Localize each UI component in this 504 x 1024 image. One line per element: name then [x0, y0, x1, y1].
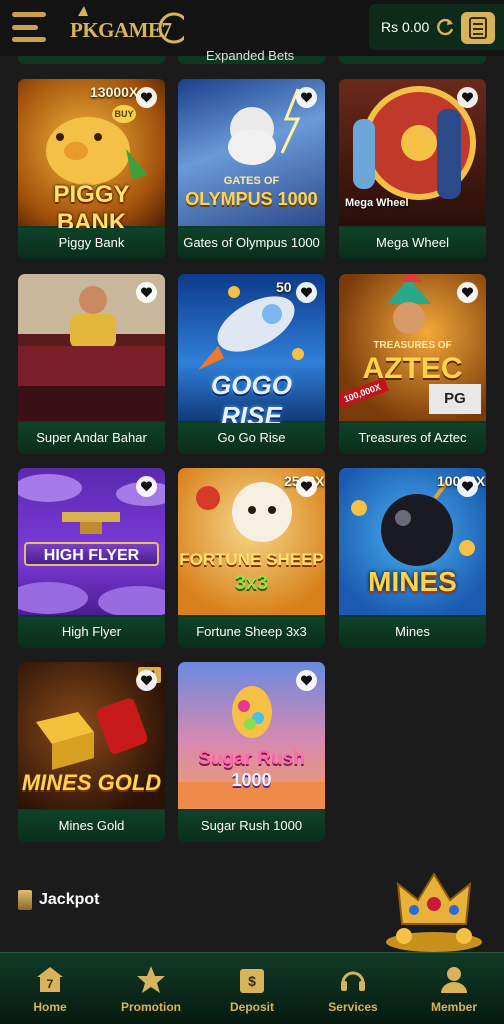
game-art-subtitle: 3x3 [234, 572, 269, 594]
nav-label: Home [33, 1000, 67, 1014]
card-strip [339, 56, 486, 64]
svg-text:7: 7 [47, 977, 54, 991]
heart-icon[interactable] [296, 476, 317, 497]
wallet-icon[interactable] [461, 12, 495, 44]
game-name: Sugar Rush 1000 [178, 811, 325, 842]
game-art-title: MINES GOLD [21, 770, 162, 795]
game-card[interactable]: 2500X FORTUNE SHEEP 3x3 Fortune Sheep 3x… [178, 468, 325, 648]
nav-home[interactable]: 7 Home [0, 953, 100, 1024]
nav-member[interactable]: Member [404, 953, 504, 1024]
game-name: Super Andar Bahar [18, 423, 165, 454]
game-name: Piggy Bank [18, 228, 165, 259]
game-card[interactable]: 10000X MINES Mines [339, 468, 486, 648]
heart-icon[interactable] [136, 476, 157, 497]
heart-icon[interactable] [136, 87, 157, 108]
multiplier-label: 50 [276, 279, 292, 295]
game-name: Mines [339, 617, 486, 648]
nav-deposit[interactable]: $ Deposit [202, 953, 302, 1024]
game-art-subtitle: TREASURES OF [373, 340, 452, 351]
game-name: Go Go Rise [178, 423, 325, 454]
refresh-icon[interactable] [435, 17, 455, 37]
heart-icon[interactable] [457, 476, 478, 497]
bottom-navigation: 7 Home Promotion $ Deposit Services Memb… [0, 952, 504, 1024]
nav-services[interactable]: Services [303, 953, 403, 1024]
game-card[interactable]: GATES OF OLYMPUS 1000 Gates of Olympus 1… [178, 79, 325, 259]
game-art-title: HIGH FLYER [24, 542, 159, 566]
card-strip [18, 56, 165, 64]
game-art-title: FORTUNE SHEEP [179, 550, 324, 569]
game-art-title: Sugar Rush [198, 748, 305, 769]
deposit-icon: $ [240, 969, 264, 993]
nav-promotion[interactable]: Promotion [101, 953, 201, 1024]
game-art-title: AZTEC [362, 352, 463, 385]
buy-badge: BUY [112, 105, 136, 123]
headset-icon [341, 971, 365, 991]
provider-badge: PG [429, 384, 481, 414]
game-name: Gates of Olympus 1000 [178, 228, 325, 259]
section-marker [18, 890, 32, 910]
balance-amount: Rs 0.00 [381, 19, 430, 35]
crown-icon[interactable] [384, 864, 484, 952]
game-name: Mines Gold [18, 811, 165, 842]
game-card[interactable]: 11 MINES GOLD Mines Gold [18, 662, 165, 842]
game-card[interactable]: Super Andar Bahar [18, 274, 165, 454]
user-icon [441, 967, 467, 993]
heart-icon[interactable] [136, 670, 157, 691]
star-icon [137, 966, 165, 993]
heart-icon[interactable] [136, 282, 157, 303]
svg-text:$: $ [248, 973, 256, 989]
nav-label: Services [328, 1000, 378, 1014]
game-card[interactable]: Mega Wheel Mega Wheel [339, 79, 486, 259]
heart-icon[interactable] [296, 670, 317, 691]
game-card[interactable]: HIGH FLYER High Flyer [18, 468, 165, 648]
game-art-subtitle: 1000 [231, 770, 272, 790]
wallet-panel: Rs 0.00 [369, 4, 504, 50]
jackpot-title: Jackpot [39, 891, 100, 908]
nav-label: Promotion [121, 1000, 181, 1014]
game-art-title: MINES [368, 566, 457, 597]
multiplier-label: 13000X [90, 84, 139, 100]
game-card[interactable]: 50 GOGO RISE Go Go Rise [178, 274, 325, 454]
home-icon: 7 [37, 967, 63, 992]
heart-icon[interactable] [296, 282, 317, 303]
game-name: Treasures of Aztec [339, 423, 486, 454]
game-card[interactable]: Sugar Rush 1000 Sugar Rush 1000 [178, 662, 325, 842]
game-name: Fortune Sheep 3x3 [178, 617, 325, 648]
game-name: High Flyer [18, 617, 165, 648]
game-art-title: OLYMPUS 1000 [185, 189, 318, 209]
brand-logo[interactable]: PKGAME7 [64, 4, 184, 48]
nav-label: Member [430, 1000, 477, 1014]
game-card[interactable]: TREASURES OF AZTEC 100,000X PG Treasures… [339, 274, 486, 454]
logo-text: PKGAME7 [70, 18, 172, 42]
game-name: Mega Wheel [339, 228, 486, 259]
heart-icon[interactable] [457, 282, 478, 303]
menu-icon[interactable] [12, 12, 46, 42]
nav-label: Deposit [229, 1000, 274, 1014]
heart-icon[interactable] [457, 87, 478, 108]
heart-icon[interactable] [296, 87, 317, 108]
game-art-subtitle: GATES OF [223, 175, 280, 187]
game-art-title: Mega Wheel [345, 197, 409, 209]
game-card[interactable]: 13000X PIGGY BANK BUY Piggy Bank [18, 79, 165, 259]
partial-card-label: Expanded Bets [206, 48, 295, 63]
